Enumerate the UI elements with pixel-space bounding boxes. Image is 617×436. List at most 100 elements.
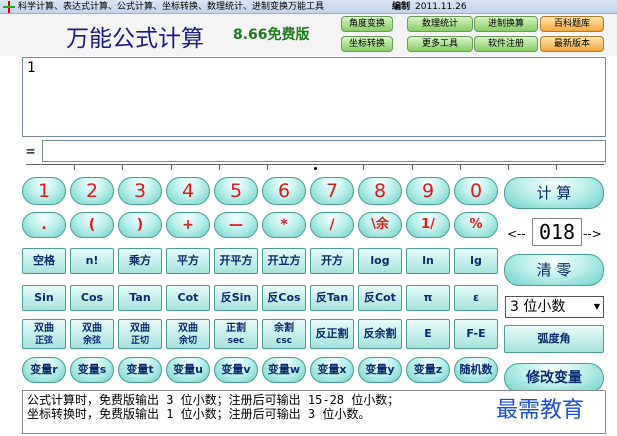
precision-value[interactable]: 018	[532, 218, 582, 246]
nav-angle-convert[interactable]: 角度变换	[341, 16, 393, 32]
nav-coordinate-convert[interactable]: 坐标转换	[341, 36, 393, 52]
nav-latest-version[interactable]: 最新版本	[540, 36, 604, 52]
edit-variables-button[interactable]: 修改变量	[504, 363, 604, 393]
key-cosh[interactable]: 双曲 余弦	[70, 319, 114, 349]
key-cot[interactable]: Cot	[166, 285, 210, 311]
key-square[interactable]: 平方	[166, 248, 210, 274]
key-log[interactable]: log	[358, 248, 402, 274]
edition-date: 2011.11.26	[415, 2, 467, 12]
key-arccsc[interactable]: 反余割	[358, 319, 402, 349]
key-9[interactable]: 9	[406, 177, 450, 205]
key-arccos[interactable]: 反Cos	[262, 285, 306, 311]
key-space[interactable]: 空格	[22, 248, 66, 274]
key-arcsin[interactable]: 反Sin	[214, 285, 258, 311]
key-f-e[interactable]: F-E	[454, 319, 498, 349]
nav-question-bank[interactable]: 百科题库	[540, 16, 604, 32]
key-power[interactable]: 乘方	[118, 248, 162, 274]
key-e[interactable]: E	[406, 319, 450, 349]
key-int-divide[interactable]: \余	[358, 212, 402, 238]
ruler-tick	[508, 165, 509, 170]
key-pi[interactable]: π	[406, 285, 450, 311]
key-epsilon[interactable]: ε	[454, 285, 498, 311]
key-coth[interactable]: 双曲 余切	[166, 319, 210, 349]
app-title: 万能公式计算	[66, 26, 204, 52]
precision-decrease-button[interactable]: <--	[507, 227, 526, 241]
version-label: 8.66免费版	[233, 27, 310, 43]
app-icon	[3, 1, 15, 13]
key-3[interactable]: 3	[118, 177, 162, 205]
chevron-down-icon: ▼	[593, 302, 600, 311]
key-7[interactable]: 7	[310, 177, 354, 205]
key-var-x[interactable]: 变量x	[310, 357, 354, 383]
key-sublabel: 正弦	[34, 336, 53, 346]
key-random[interactable]: 随机数	[454, 357, 498, 383]
ruler-tick	[122, 165, 123, 170]
key-decimal-point[interactable]: .	[22, 212, 66, 238]
key-var-t[interactable]: 变量t	[118, 357, 162, 383]
key-lg[interactable]: lg	[454, 248, 498, 274]
key-arcsec[interactable]: 反正割	[310, 319, 354, 349]
key-reciprocal[interactable]: 1/	[406, 212, 450, 238]
ruler-tick	[556, 165, 557, 170]
key-label: 双曲	[34, 323, 54, 334]
key-var-u[interactable]: 变量u	[166, 357, 210, 383]
key-4[interactable]: 4	[166, 177, 210, 205]
result-row: =	[22, 140, 606, 162]
key-nth-root[interactable]: 开方	[310, 248, 354, 274]
key-cube-root[interactable]: 开立方	[262, 248, 306, 274]
key-cos[interactable]: Cos	[70, 285, 114, 311]
nav-more-tools[interactable]: 更多工具	[407, 36, 473, 52]
key-5[interactable]: 5	[214, 177, 258, 205]
key-sec[interactable]: 正割 sec	[214, 319, 258, 349]
key-left-paren[interactable]: (	[70, 212, 114, 238]
key-var-v[interactable]: 变量v	[214, 357, 258, 383]
nav-base-convert[interactable]: 进制换算	[474, 16, 538, 32]
key-percent[interactable]: %	[454, 212, 498, 238]
key-sublabel: 正切	[130, 336, 149, 346]
watermark: 最需教育	[496, 398, 585, 423]
key-sublabel: 余切	[178, 336, 197, 346]
key-right-paren[interactable]: )	[118, 212, 162, 238]
key-var-y[interactable]: 变量y	[358, 357, 402, 383]
key-var-z[interactable]: 变量z	[406, 357, 450, 383]
result-field[interactable]	[42, 140, 606, 162]
key-1[interactable]: 1	[22, 177, 66, 205]
expression-input[interactable]: 1	[22, 57, 606, 137]
key-multiply[interactable]: *	[262, 212, 306, 238]
key-0[interactable]: 0	[454, 177, 498, 205]
key-8[interactable]: 8	[358, 177, 402, 205]
key-divide[interactable]: /	[310, 212, 354, 238]
key-arccot[interactable]: 反Cot	[358, 285, 402, 311]
key-var-w[interactable]: 变量w	[262, 357, 306, 383]
key-tanh[interactable]: 双曲 正切	[118, 319, 162, 349]
key-label: 双曲	[82, 323, 102, 334]
clear-button[interactable]: 清 零	[504, 254, 604, 286]
key-square-root[interactable]: 开平方	[214, 248, 258, 274]
nav-register[interactable]: 软件注册	[474, 36, 538, 52]
precision-increase-button[interactable]: -->	[583, 227, 602, 241]
calculate-button[interactable]: 计 算	[504, 177, 604, 209]
key-var-s[interactable]: 变量s	[70, 357, 114, 383]
angle-mode-button[interactable]: 弧度角	[504, 325, 604, 353]
key-factorial[interactable]: n!	[70, 248, 114, 274]
key-sublabel: csc	[275, 336, 293, 346]
decimal-point-marker	[314, 167, 317, 170]
key-label: 余割	[274, 323, 294, 334]
key-6[interactable]: 6	[262, 177, 306, 205]
key-minus[interactable]: —	[214, 212, 258, 238]
key-2[interactable]: 2	[70, 177, 114, 205]
key-sublabel: sec	[227, 336, 245, 346]
key-sinh[interactable]: 双曲 正弦	[22, 319, 66, 349]
ruler-tick	[267, 165, 268, 170]
key-ln[interactable]: ln	[406, 248, 450, 274]
decimal-digits-select[interactable]: 3 位小数 ▼	[505, 296, 604, 318]
key-tan[interactable]: Tan	[118, 285, 162, 311]
precision-control: <-- 018 -->	[507, 218, 603, 246]
key-csc[interactable]: 余割 csc	[262, 319, 306, 349]
key-plus[interactable]: +	[166, 212, 210, 238]
key-label: 双曲	[130, 323, 150, 334]
key-var-r[interactable]: 变量r	[22, 357, 66, 383]
key-sin[interactable]: Sin	[22, 285, 66, 311]
key-arctan[interactable]: 反Tan	[310, 285, 354, 311]
nav-statistics[interactable]: 数理统计	[407, 16, 473, 32]
